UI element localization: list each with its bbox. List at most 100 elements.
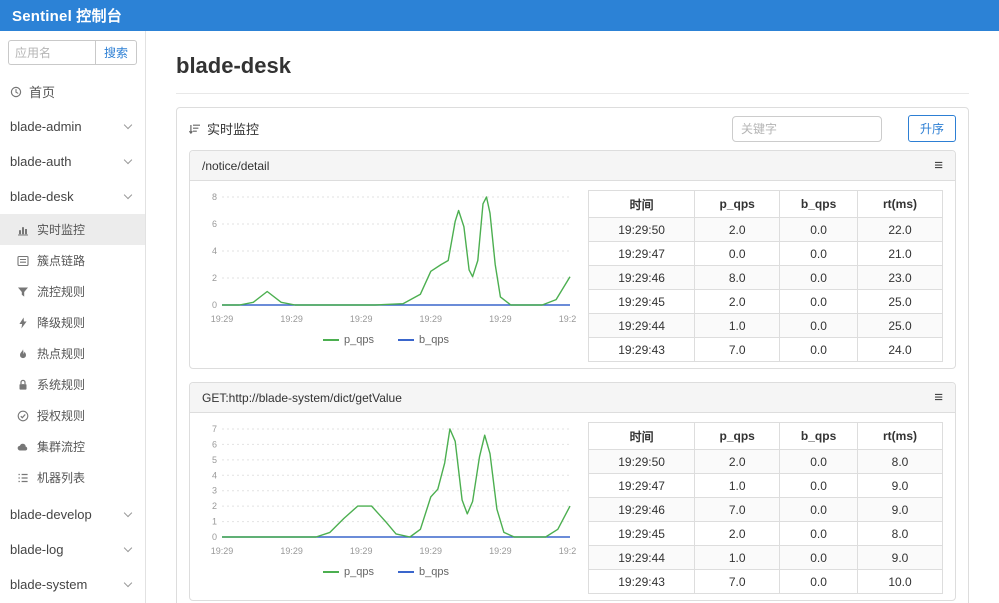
table-cell: 0.0 xyxy=(780,290,858,314)
home-icon xyxy=(10,86,22,98)
sidebar-item-系统规则[interactable]: 系统规则 xyxy=(0,369,145,400)
legend-label: p_qps xyxy=(344,566,374,578)
sidebar-item-home[interactable]: 首页 xyxy=(0,73,145,109)
table-cell: 7.0 xyxy=(695,570,780,594)
sidebar-item-实时监控[interactable]: 实时监控 xyxy=(0,214,145,245)
svg-text:2: 2 xyxy=(212,501,217,511)
table-cell: 8.0 xyxy=(695,266,780,290)
svg-text:3: 3 xyxy=(212,486,217,496)
column-header: p_qps xyxy=(695,191,780,218)
table-cell: 8.0 xyxy=(858,522,943,546)
sidebar-item-label: 实时监控 xyxy=(37,221,85,238)
sidebar-item-授权规则[interactable]: 授权规则 xyxy=(0,400,145,431)
monitor-panel-title-wrap: 实时监控 xyxy=(189,119,259,138)
resource-card: GET:http://blade-system/dict/getValue≡01… xyxy=(189,382,956,601)
sort-icon xyxy=(189,123,201,135)
sidebar-group-blade-admin[interactable]: blade-admin xyxy=(0,109,145,144)
table-cell: 21.0 xyxy=(858,242,943,266)
legend-item-b_qps: b_qps xyxy=(398,334,449,346)
svg-text:2: 2 xyxy=(212,273,217,283)
svg-text:19:29: 19:29 xyxy=(350,546,373,556)
fire-icon xyxy=(17,348,29,360)
sidebar-group-label: blade-admin xyxy=(10,119,82,134)
sidebar-group-blade-system[interactable]: blade-system xyxy=(0,567,145,602)
table-row: 19:29:471.00.09.0 xyxy=(589,474,943,498)
svg-text:19:29: 19:29 xyxy=(420,314,443,324)
svg-text:8: 8 xyxy=(212,192,217,202)
svg-text:19:29: 19:29 xyxy=(280,314,303,324)
svg-text:19:29: 19:29 xyxy=(211,314,234,324)
svg-text:6: 6 xyxy=(212,439,217,449)
resource-card-header: /notice/detail ≡ xyxy=(190,151,955,181)
table-cell: 19:29:43 xyxy=(589,338,695,362)
stats-table: 时间p_qpsb_qpsrt(ms)19:29:502.00.08.019:29… xyxy=(588,422,943,594)
title-divider xyxy=(176,93,969,94)
menu-icon[interactable]: ≡ xyxy=(934,390,943,405)
menu-icon[interactable]: ≡ xyxy=(934,158,943,173)
sidebar-item-降级规则[interactable]: 降级规则 xyxy=(0,307,145,338)
table-cell: 19:29:47 xyxy=(589,474,695,498)
table-cell: 2.0 xyxy=(695,450,780,474)
sidebar-item-集群流控[interactable]: 集群流控 xyxy=(0,431,145,462)
sidebar-group-blade-desk[interactable]: blade-desk xyxy=(0,179,145,214)
svg-text:19:29: 19:29 xyxy=(280,546,303,556)
table-cell: 19:29:45 xyxy=(589,290,695,314)
table-cell: 7.0 xyxy=(695,338,780,362)
table-row: 19:29:468.00.023.0 xyxy=(589,266,943,290)
table-row: 19:29:452.00.08.0 xyxy=(589,522,943,546)
sidebar-group-label: blade-log xyxy=(10,542,64,557)
table-cell: 0.0 xyxy=(780,546,858,570)
svg-text:4: 4 xyxy=(212,470,217,480)
check-circle-icon xyxy=(17,410,29,422)
table-cell: 1.0 xyxy=(695,474,780,498)
table-cell: 1.0 xyxy=(695,546,780,570)
sidebar-group-label: blade-desk xyxy=(10,189,74,204)
legend-swatch xyxy=(398,339,414,341)
table-cell: 2.0 xyxy=(695,218,780,242)
sidebar-group-blade-log[interactable]: blade-log xyxy=(0,532,145,567)
sidebar-item-label: 授权规则 xyxy=(37,407,85,424)
resource-title: GET:http://blade-system/dict/getValue xyxy=(202,391,402,405)
app-search-input[interactable] xyxy=(8,40,95,65)
sidebar-menu: blade-admin blade-auth blade-desk 实时监控簇点链路流… xyxy=(0,109,145,603)
legend-item-b_qps: b_qps xyxy=(398,566,449,578)
sidebar-item-流控规则[interactable]: 流控规则 xyxy=(0,276,145,307)
resource-card-body: 0246819:2919:2919:2919:2919:2919:29p_qps… xyxy=(190,181,955,368)
search-button[interactable]: 搜索 xyxy=(95,40,137,65)
table-row: 19:29:502.00.022.0 xyxy=(589,218,943,242)
table-cell: 0.0 xyxy=(780,498,858,522)
table-cell: 0.0 xyxy=(780,338,858,362)
table-cell: 25.0 xyxy=(858,290,943,314)
legend-item-p_qps: p_qps xyxy=(323,334,374,346)
table-cell: 19:29:43 xyxy=(589,570,695,594)
sidebar-group-blade-auth[interactable]: blade-auth xyxy=(0,144,145,179)
table-row: 19:29:437.00.024.0 xyxy=(589,338,943,362)
sidebar-item-热点规则[interactable]: 热点规则 xyxy=(0,338,145,369)
table-cell: 24.0 xyxy=(858,338,943,362)
keyword-input[interactable] xyxy=(732,116,882,142)
sort-ascending-button[interactable]: 升序 xyxy=(908,115,956,142)
resource-title: /notice/detail xyxy=(202,159,269,173)
resource-card-header: GET:http://blade-system/dict/getValue ≡ xyxy=(190,383,955,413)
table-header-row: 时间p_qpsb_qpsrt(ms) xyxy=(589,423,943,450)
table-cell: 9.0 xyxy=(858,546,943,570)
table-cell: 0.0 xyxy=(780,242,858,266)
sidebar-item-机器列表[interactable]: 机器列表 xyxy=(0,462,145,493)
table-row: 19:29:470.00.021.0 xyxy=(589,242,943,266)
sidebar-group-blade-develop[interactable]: blade-develop xyxy=(0,497,145,532)
table-cell: 19:29:45 xyxy=(589,522,695,546)
stats-table: 时间p_qpsb_qpsrt(ms)19:29:502.00.022.019:2… xyxy=(588,190,943,362)
svg-text:19:29: 19:29 xyxy=(489,546,512,556)
svg-text:5: 5 xyxy=(212,455,217,465)
svg-text:0: 0 xyxy=(212,300,217,310)
table-cell: 19:29:47 xyxy=(589,242,695,266)
svg-text:19:29: 19:29 xyxy=(211,546,234,556)
resource-card-list: /notice/detail ≡ 0 2 4 6 8 19:29 19:29 19:29 19:29… xyxy=(189,150,956,601)
sidebar-item-簇点链路[interactable]: 簇点链路 xyxy=(0,245,145,276)
table-cell: 1.0 xyxy=(695,314,780,338)
legend-label: b_qps xyxy=(419,334,449,346)
resource-card-body: 0123456719:2919:2919:2919:2919:2919:29p_… xyxy=(190,413,955,600)
table-cell: 0.0 xyxy=(780,218,858,242)
sidebar-item-label: 簇点链路 xyxy=(37,252,85,269)
svg-text:4: 4 xyxy=(212,246,217,256)
